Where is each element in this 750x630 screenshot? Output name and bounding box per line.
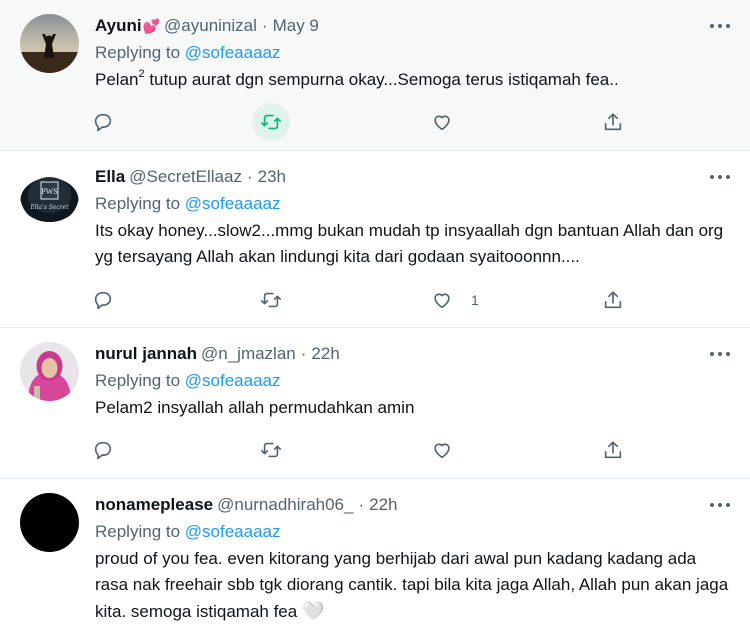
tweet-text: Its okay honey...slow2...mmg bukan mudah…	[95, 221, 724, 266]
white-heart-emoji: 🤍	[301, 601, 325, 621]
avatar[interactable]	[20, 14, 79, 73]
avatar[interactable]: PWS Ella's Secret	[20, 165, 79, 224]
separator-dot: ·	[261, 16, 268, 35]
reply-button[interactable]	[92, 107, 114, 137]
replying-to-handle[interactable]: @sofeaaaaz	[185, 43, 281, 62]
user-handle[interactable]: @ayuninizal	[164, 15, 257, 37]
avatar-photo-hijab	[20, 342, 79, 401]
replying-to-handle[interactable]: @sofeaaaaz	[185, 522, 281, 541]
retweet-button[interactable]	[260, 435, 282, 465]
comment-icon	[94, 441, 112, 460]
tweet-text: proud of you fea. even kitorang yang ber…	[95, 546, 730, 625]
like-button[interactable]	[431, 107, 453, 137]
tweet-actions	[92, 435, 632, 465]
retweet-icon	[261, 292, 281, 308]
like-button[interactable]	[431, 435, 453, 465]
heart-icon	[434, 115, 450, 131]
comment-icon	[94, 291, 112, 310]
more-icon[interactable]	[710, 499, 730, 511]
tweet-actions	[92, 103, 632, 141]
tweet-text-body: proud of you fea. even kitorang yang ber…	[95, 549, 729, 621]
display-name[interactable]: Ayuni	[95, 15, 142, 37]
avatar[interactable]	[20, 342, 79, 401]
more-icon[interactable]	[710, 20, 730, 32]
display-name[interactable]: Ella	[95, 166, 125, 188]
share-icon	[604, 291, 622, 309]
retweet-icon	[261, 114, 281, 130]
replying-to: Replying to @sofeaaaaz	[95, 520, 730, 544]
separator-dot: ·	[246, 167, 253, 186]
tweet-actions: 1	[92, 285, 632, 315]
avatar-photo-sunset	[20, 14, 79, 73]
tweet-text-part: tutup aurat dgn sempurna okay...Semoga t…	[144, 70, 619, 89]
share-button[interactable]	[602, 435, 624, 465]
avatar-logo: PWS Ella's Secret	[20, 165, 79, 224]
tweet[interactable]: Ayuni 💕 @ayuninizal · May 9 Replying to …	[0, 0, 750, 151]
timestamp[interactable]: 22h	[369, 494, 397, 516]
user-handle[interactable]: @n_jmazlan	[201, 343, 296, 365]
tweet[interactable]: nurul jannah @n_jmazlan · 22h Replying t…	[0, 328, 750, 479]
replying-to-label: Replying to	[95, 522, 181, 541]
user-handle[interactable]: @nurnadhirah06_	[217, 494, 353, 516]
retweet-button[interactable]	[252, 103, 290, 141]
retweet-button[interactable]	[260, 285, 282, 315]
replying-to-handle[interactable]: @sofeaaaaz	[185, 371, 281, 390]
avatar-logo-text: PWS	[41, 187, 57, 196]
separator-dot: ·	[358, 495, 365, 514]
timestamp[interactable]: 23h	[258, 166, 286, 188]
replying-to: Replying to @sofeaaaaz	[95, 369, 730, 393]
share-icon	[604, 441, 622, 459]
share-button[interactable]	[602, 285, 624, 315]
replying-to: Replying to @sofeaaaaz	[95, 192, 730, 216]
tweet[interactable]: nonameplease @nurnadhirah06_ · 22h Reply…	[0, 479, 750, 630]
more-icon[interactable]	[710, 171, 730, 183]
display-name[interactable]: nurul jannah	[95, 343, 197, 365]
timestamp[interactable]: 22h	[311, 343, 339, 365]
reply-button[interactable]	[92, 285, 114, 315]
avatar[interactable]	[20, 493, 79, 552]
tweet-text: Pelan2 tutup aurat dgn sempurna okay...S…	[95, 67, 730, 93]
heart-icon	[434, 293, 450, 309]
like-button[interactable]: 1	[431, 285, 479, 315]
heart-emoji: 💕	[142, 18, 161, 34]
timestamp[interactable]: May 9	[273, 15, 319, 37]
retweet-icon	[261, 442, 281, 458]
replying-to: Replying to @sofeaaaaz	[95, 41, 730, 65]
reply-button[interactable]	[92, 435, 114, 465]
like-count: 1	[471, 292, 479, 308]
comment-icon	[94, 113, 112, 132]
avatar-script-text: Ella's Secret	[29, 204, 69, 211]
replying-to-label: Replying to	[95, 371, 181, 390]
replying-to-label: Replying to	[95, 43, 181, 62]
display-name[interactable]: nonameplease	[95, 494, 213, 516]
replies-feed: Ayuni 💕 @ayuninizal · May 9 Replying to …	[0, 0, 750, 630]
tweet-text-part: Pelan	[95, 70, 139, 89]
more-icon[interactable]	[710, 348, 730, 360]
replying-to-handle[interactable]: @sofeaaaaz	[185, 194, 281, 213]
separator-dot: ·	[300, 344, 307, 363]
user-handle[interactable]: @SecretEllaaz	[129, 166, 242, 188]
replying-to-label: Replying to	[95, 194, 181, 213]
heart-icon	[434, 443, 450, 459]
share-icon	[604, 113, 622, 131]
tweet[interactable]: PWS Ella's Secret Ella @SecretEllaaz · 2…	[0, 151, 750, 328]
tweet-text: Pelam2 insyallah allah permudahkan amin	[95, 398, 415, 417]
share-button[interactable]	[602, 107, 624, 137]
